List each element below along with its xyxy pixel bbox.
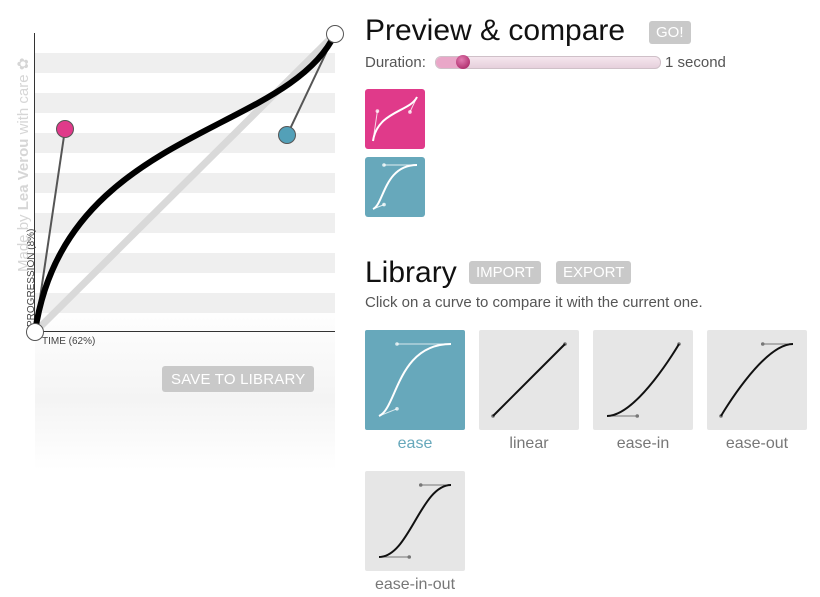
library-item-linear[interactable]: linear	[479, 330, 579, 453]
curve-thumbnail	[378, 483, 452, 559]
curve-thumbnail	[372, 96, 418, 142]
thumb-handle-dot	[375, 109, 380, 113]
import-button[interactable]: IMPORT	[469, 261, 542, 284]
library-item-label: ease-in	[616, 435, 670, 452]
save-to-library-button[interactable]: SAVE TO LIBRARY	[162, 366, 315, 392]
thumb-handle-dot	[408, 110, 412, 114]
thumb-curve	[606, 343, 680, 417]
thumb-handle-dot	[395, 407, 399, 411]
export-button[interactable]: EXPORT	[556, 261, 632, 284]
thumb-curve	[372, 164, 418, 210]
preview-compare-title: Preview & compare	[365, 14, 626, 47]
linear-reference-line	[32, 31, 338, 335]
curve-thumbnail	[719, 342, 794, 418]
thumb-handle-dot	[418, 483, 423, 487]
thumb-handle-dot	[760, 342, 765, 346]
thumb-curve	[378, 484, 452, 558]
thumb-handle-dot	[382, 202, 386, 207]
library-title: Library	[365, 256, 457, 289]
library-hint: Click on a curve to compare it with the …	[365, 294, 703, 311]
thumb-handle-dot	[635, 414, 640, 418]
thumb-handle-dot	[407, 555, 412, 559]
library-item-thumbnail[interactable]	[365, 330, 465, 430]
library-item-label: linear	[509, 435, 549, 452]
thumb-curve	[378, 343, 452, 417]
duration-slider[interactable]	[435, 55, 661, 69]
go-button[interactable]: GO!	[649, 21, 691, 44]
library-item-ease-out[interactable]: ease-out	[707, 330, 807, 453]
library-item-ease-in[interactable]: ease-in	[593, 330, 693, 453]
library-item-label: ease	[397, 435, 433, 452]
thumb-handle-dot	[382, 163, 386, 167]
curve-thumbnail	[606, 342, 681, 418]
duration-value: 1 second	[665, 54, 726, 71]
preview-current-curve-box[interactable]	[365, 89, 425, 149]
duration-row: Duration: 1 second	[365, 54, 726, 71]
curve-thumbnail	[378, 342, 452, 417]
curve-thumbnail	[491, 342, 567, 418]
thumb-handle-dot	[395, 342, 399, 346]
start-point-anchor	[26, 323, 44, 341]
thumb-curve	[372, 96, 418, 142]
curve-thumbnail	[372, 163, 418, 210]
library-item-ease[interactable]: ease	[365, 330, 465, 453]
preview-compare-curve-box[interactable]	[365, 157, 425, 217]
thumb-curve	[720, 343, 794, 417]
library-item-thumbnail[interactable]	[479, 330, 579, 430]
library-item-thumbnail[interactable]	[365, 471, 465, 571]
library-item-thumbnail[interactable]	[593, 330, 693, 430]
curve-editor: PROGRESSION (8%) TIME (62%) Made by Lea …	[0, 0, 345, 597]
end-point-anchor	[326, 25, 344, 43]
library-item-ease-in-out[interactable]: ease-in-out	[365, 471, 465, 594]
duration-slider-knob[interactable]	[455, 55, 470, 69]
duration-label: Duration:	[365, 54, 426, 71]
thumb-curve	[492, 343, 566, 417]
library-item-label: ease-in-out	[374, 576, 456, 593]
bezier-curve-plot	[32, 31, 338, 335]
library-item-thumbnail[interactable]	[707, 330, 807, 430]
library-item-label: ease-out	[725, 435, 789, 452]
